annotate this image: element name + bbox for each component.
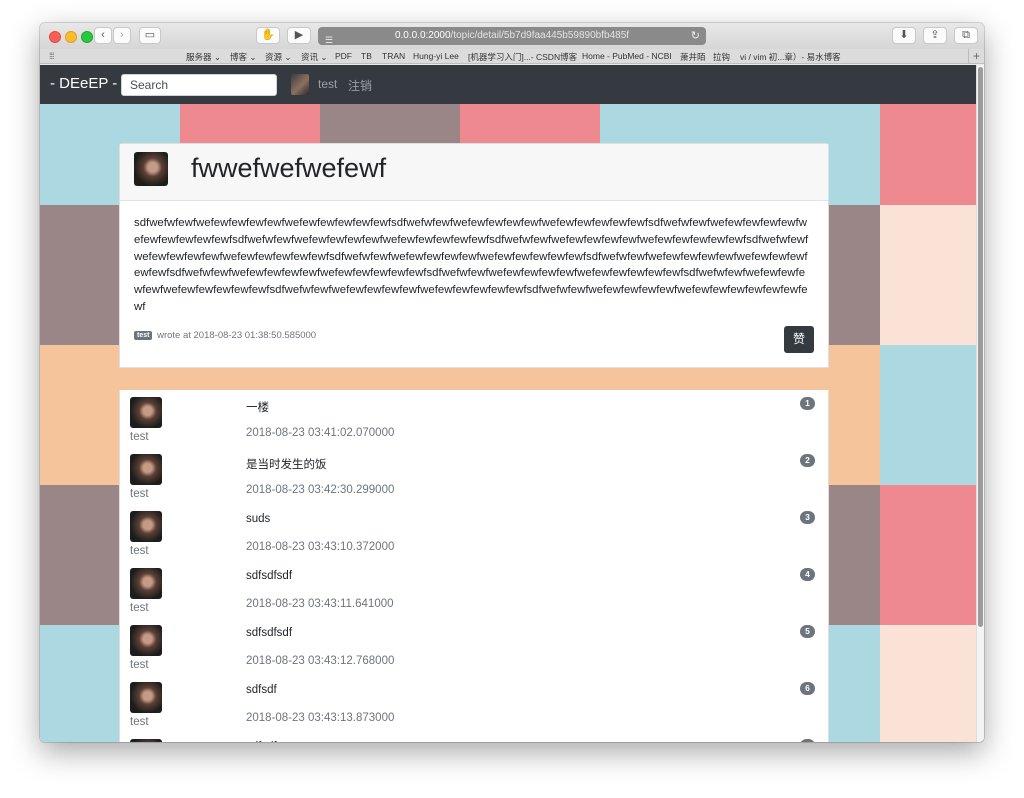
- bookmark-item[interactable]: [机器学习入门]...- CSDN博客: [468, 51, 577, 63]
- zoom-window-button[interactable]: [81, 31, 93, 43]
- reply-item: test 是当时发生的饭 2018-08-23 03:42:30.299000 2: [119, 447, 829, 505]
- reply-avatar[interactable]: [130, 625, 162, 656]
- wrote-at-text: wrote at 2018-08-23 01:38:50.585000: [157, 329, 317, 341]
- bookmark-item[interactable]: 萧井陌: [680, 51, 706, 63]
- bookmark-item[interactable]: 资源 ⌄: [265, 51, 291, 63]
- bookmark-item[interactable]: Home - PubMed - NCBI: [582, 51, 672, 61]
- top-navbar: - DEeEP - test 注销: [40, 65, 976, 104]
- reply-text: sdfsdfsdf: [246, 570, 293, 582]
- author-avatar: [134, 152, 168, 186]
- reply-floor-badge: 7: [800, 739, 815, 742]
- scrollbar-thumb[interactable]: [978, 67, 983, 627]
- reply-item: test 一楼 2018-08-23 03:41:02.070000 1: [119, 390, 829, 448]
- reply-floor-badge: 4: [800, 568, 815, 581]
- reply-username[interactable]: test: [130, 602, 149, 614]
- reply-time: 2018-08-23 03:42:30.299000: [246, 484, 395, 496]
- forward-icon[interactable]: ›: [113, 27, 131, 44]
- reply-item: testsdfsdf7: [119, 732, 829, 742]
- logout-link[interactable]: 注销: [348, 77, 372, 94]
- bookmark-item[interactable]: Hung-yi Lee: [413, 51, 459, 61]
- reply-item: test sdfsdfsdf 2018-08-23 03:43:12.768000 5: [119, 618, 829, 676]
- topic-body: sdfwefwfewfwefewfewfewfewfwefewfewfewfew…: [120, 201, 828, 367]
- bookmark-item[interactable]: vi / vim 初...章）- 易水博客: [740, 51, 841, 63]
- bookmark-item[interactable]: 拉钩: [713, 51, 730, 63]
- reply-floor-badge: 1: [800, 397, 815, 410]
- topic-card: fwwefwefwefewf sdfwefwfewfwefewfewfewfew…: [119, 143, 829, 368]
- reply-item: test sdfsdfsdf 2018-08-23 03:43:11.641000 4: [119, 561, 829, 619]
- author-badge[interactable]: test: [134, 330, 153, 340]
- reply-time: 2018-08-23 03:43:13.873000: [246, 712, 395, 724]
- reply-time: 2018-08-23 03:43:12.768000: [246, 655, 395, 667]
- url-host: 0.0.0.0:2000: [394, 30, 451, 41]
- bookmark-item[interactable]: TRAN: [382, 51, 405, 61]
- bookmark-item[interactable]: TB: [361, 51, 372, 61]
- browser-toolbar: ‹ › ▭ ✋ ▶ ☰ 0.0.0.0:2000/topic/detail/5b…: [40, 23, 984, 49]
- reply-username[interactable]: test: [130, 659, 149, 671]
- url-path: /topic/detail/5b7d9faa445b59890bfb485f: [450, 30, 630, 41]
- extension-play-icon[interactable]: ▶: [287, 27, 311, 44]
- reply-item: test suds 2018-08-23 03:43:10.372000 3: [119, 504, 829, 562]
- reply-avatar[interactable]: [130, 454, 162, 485]
- reload-icon[interactable]: ↻: [691, 27, 700, 45]
- user-avatar[interactable]: [291, 74, 309, 95]
- reply-time: 2018-08-23 03:43:11.641000: [246, 598, 394, 610]
- reply-username[interactable]: test: [130, 431, 149, 443]
- back-icon[interactable]: ‹: [94, 27, 112, 44]
- reply-username[interactable]: test: [130, 488, 149, 500]
- reply-floor-badge: 5: [800, 625, 815, 638]
- reply-text: 一楼: [246, 402, 269, 414]
- browser-window: ‹ › ▭ ✋ ▶ ☰ 0.0.0.0:2000/topic/detail/5b…: [40, 23, 984, 742]
- tabs-icon[interactable]: ⧉: [954, 27, 978, 44]
- bookmark-item[interactable]: 服务器 ⌄: [186, 51, 221, 63]
- reply-text: sdfsdfsdf: [246, 627, 293, 639]
- sidebar-icon[interactable]: ▭: [139, 27, 161, 44]
- nav-username-link[interactable]: test: [318, 77, 337, 91]
- like-button[interactable]: 赞: [784, 326, 814, 353]
- reply-avatar[interactable]: [130, 739, 162, 742]
- reply-avatar[interactable]: [130, 511, 162, 542]
- reply-username[interactable]: test: [130, 545, 149, 557]
- bookmark-item[interactable]: 资讯 ⌄: [301, 51, 327, 63]
- reply-floor-badge: 6: [800, 682, 815, 695]
- topic-content: sdfwefwfewfwefewfewfewfewfwefewfewfewfew…: [134, 217, 809, 313]
- share-icon[interactable]: ⇪: [923, 27, 947, 44]
- reply-text: sdfsdf: [246, 741, 277, 742]
- close-window-button[interactable]: [49, 31, 61, 43]
- bookmark-item[interactable]: 博客 ⌄: [230, 51, 256, 63]
- bookmark-item[interactable]: PDF: [335, 51, 352, 61]
- reply-floor-badge: 3: [800, 511, 815, 524]
- reply-floor-badge: 2: [800, 454, 815, 467]
- extension-icon[interactable]: ✋: [256, 27, 280, 44]
- bookmarks-bar: ⁞⁞⁞ 服务器 ⌄ 博客 ⌄ 资源 ⌄ 资讯 ⌄ PDF TB TRAN Hun…: [40, 49, 984, 64]
- reply-time: 2018-08-23 03:41:02.070000: [246, 427, 395, 439]
- brand-logo[interactable]: - DEeEP -: [50, 75, 117, 92]
- reader-icon[interactable]: ☰: [325, 31, 333, 49]
- reply-text: suds: [246, 513, 271, 525]
- reply-text: 是当时发生的饭: [246, 459, 327, 471]
- minimize-window-button[interactable]: [65, 31, 77, 43]
- new-tab-icon[interactable]: +: [968, 49, 984, 64]
- reply-avatar[interactable]: [130, 397, 162, 428]
- reply-avatar[interactable]: [130, 682, 162, 713]
- reply-time: 2018-08-23 03:43:10.372000: [246, 541, 395, 553]
- reply-username[interactable]: test: [130, 716, 149, 728]
- topic-header: fwwefwefwefewf: [120, 144, 828, 201]
- address-bar[interactable]: ☰ 0.0.0.0:2000/topic/detail/5b7d9faa445b…: [318, 27, 706, 45]
- bookmarks-grid-icon[interactable]: ⁞⁞⁞: [49, 51, 54, 61]
- reply-item: test sdfsdf 2018-08-23 03:43:13.873000 6: [119, 675, 829, 733]
- topic-title: fwwefwefwefewf: [191, 153, 387, 183]
- search-input[interactable]: [121, 74, 277, 96]
- web-page: - DEeEP - test 注销 fwwefwefwefewf sdfwefw…: [40, 65, 976, 742]
- download-icon[interactable]: ⬇: [892, 27, 916, 44]
- page-scrollbar[interactable]: [976, 65, 984, 742]
- reply-avatar[interactable]: [130, 568, 162, 599]
- reply-text: sdfsdf: [246, 684, 277, 696]
- topic-meta: test wrote at 2018-08-23 01:38:50.585000: [134, 330, 814, 341]
